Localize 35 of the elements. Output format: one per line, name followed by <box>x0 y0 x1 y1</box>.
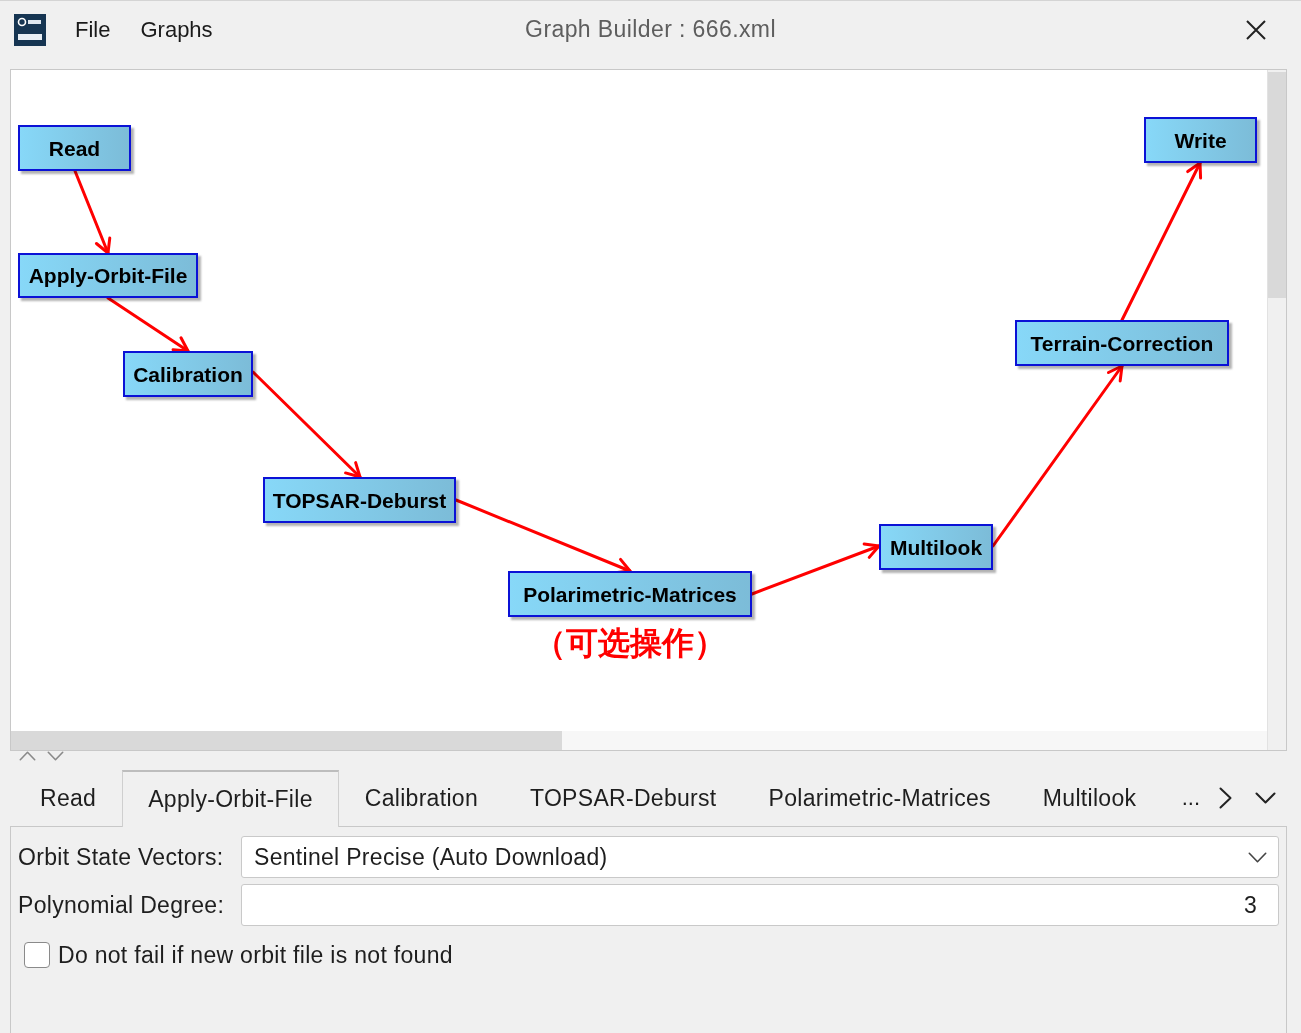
scrollbar-thumb[interactable] <box>11 731 562 750</box>
menu-item[interactable]: Graphs <box>140 18 213 41</box>
vertical-scrollbar[interactable] <box>1267 70 1286 750</box>
annotation-label: （可选操作） <box>534 627 726 659</box>
window-title: Graph Builder : 666.xml <box>525 15 776 45</box>
chevron-up-icon[interactable] <box>19 751 36 761</box>
chevron-down-icon[interactable] <box>1248 851 1267 863</box>
menu-item[interactable]: File <box>75 18 111 41</box>
scrollbar-thumb[interactable] <box>1268 72 1286 298</box>
horizontal-scrollbar[interactable] <box>11 731 1267 750</box>
graph-node[interactable]: TOPSAR-Deburst <box>263 477 456 523</box>
close-icon[interactable] <box>1246 19 1266 40</box>
chevron-down-icon[interactable] <box>1255 792 1276 804</box>
more-tabs-button[interactable]: ... <box>1181 787 1200 809</box>
graph-node[interactable]: Polarimetric-Matrices <box>508 571 752 617</box>
field-label: Orbit State Vectors: <box>18 842 225 872</box>
graph-node[interactable]: Terrain-Correction <box>1015 320 1229 366</box>
graph-node[interactable]: Apply-Orbit-File <box>18 253 198 298</box>
checkbox[interactable] <box>24 942 50 969</box>
tab[interactable]: TOPSAR-Deburst <box>504 770 743 826</box>
checkbox-label: Do not fail if new orbit file is not found <box>58 941 453 970</box>
tab[interactable]: Read <box>14 770 123 826</box>
tab[interactable]: Calibration <box>338 770 504 826</box>
tab[interactable]: Multilook <box>1016 770 1163 826</box>
field-label: Polynomial Degree: <box>18 890 226 920</box>
graph-node[interactable]: Read <box>18 125 131 171</box>
chevron-right-icon[interactable] <box>1219 787 1232 809</box>
tab[interactable]: Polarimetric-Matrices <box>742 770 1017 826</box>
graph-node[interactable]: Write <box>1144 117 1257 163</box>
graph-node[interactable]: Calibration <box>123 351 253 397</box>
graph-node[interactable]: Multilook <box>879 524 993 570</box>
dropdown[interactable]: Sentinel Precise (Auto Download) <box>241 836 1279 878</box>
number-field[interactable]: 3 <box>241 884 1279 926</box>
app-logo-icon <box>14 13 46 46</box>
tab[interactable]: Apply-Orbit-File <box>122 770 339 827</box>
